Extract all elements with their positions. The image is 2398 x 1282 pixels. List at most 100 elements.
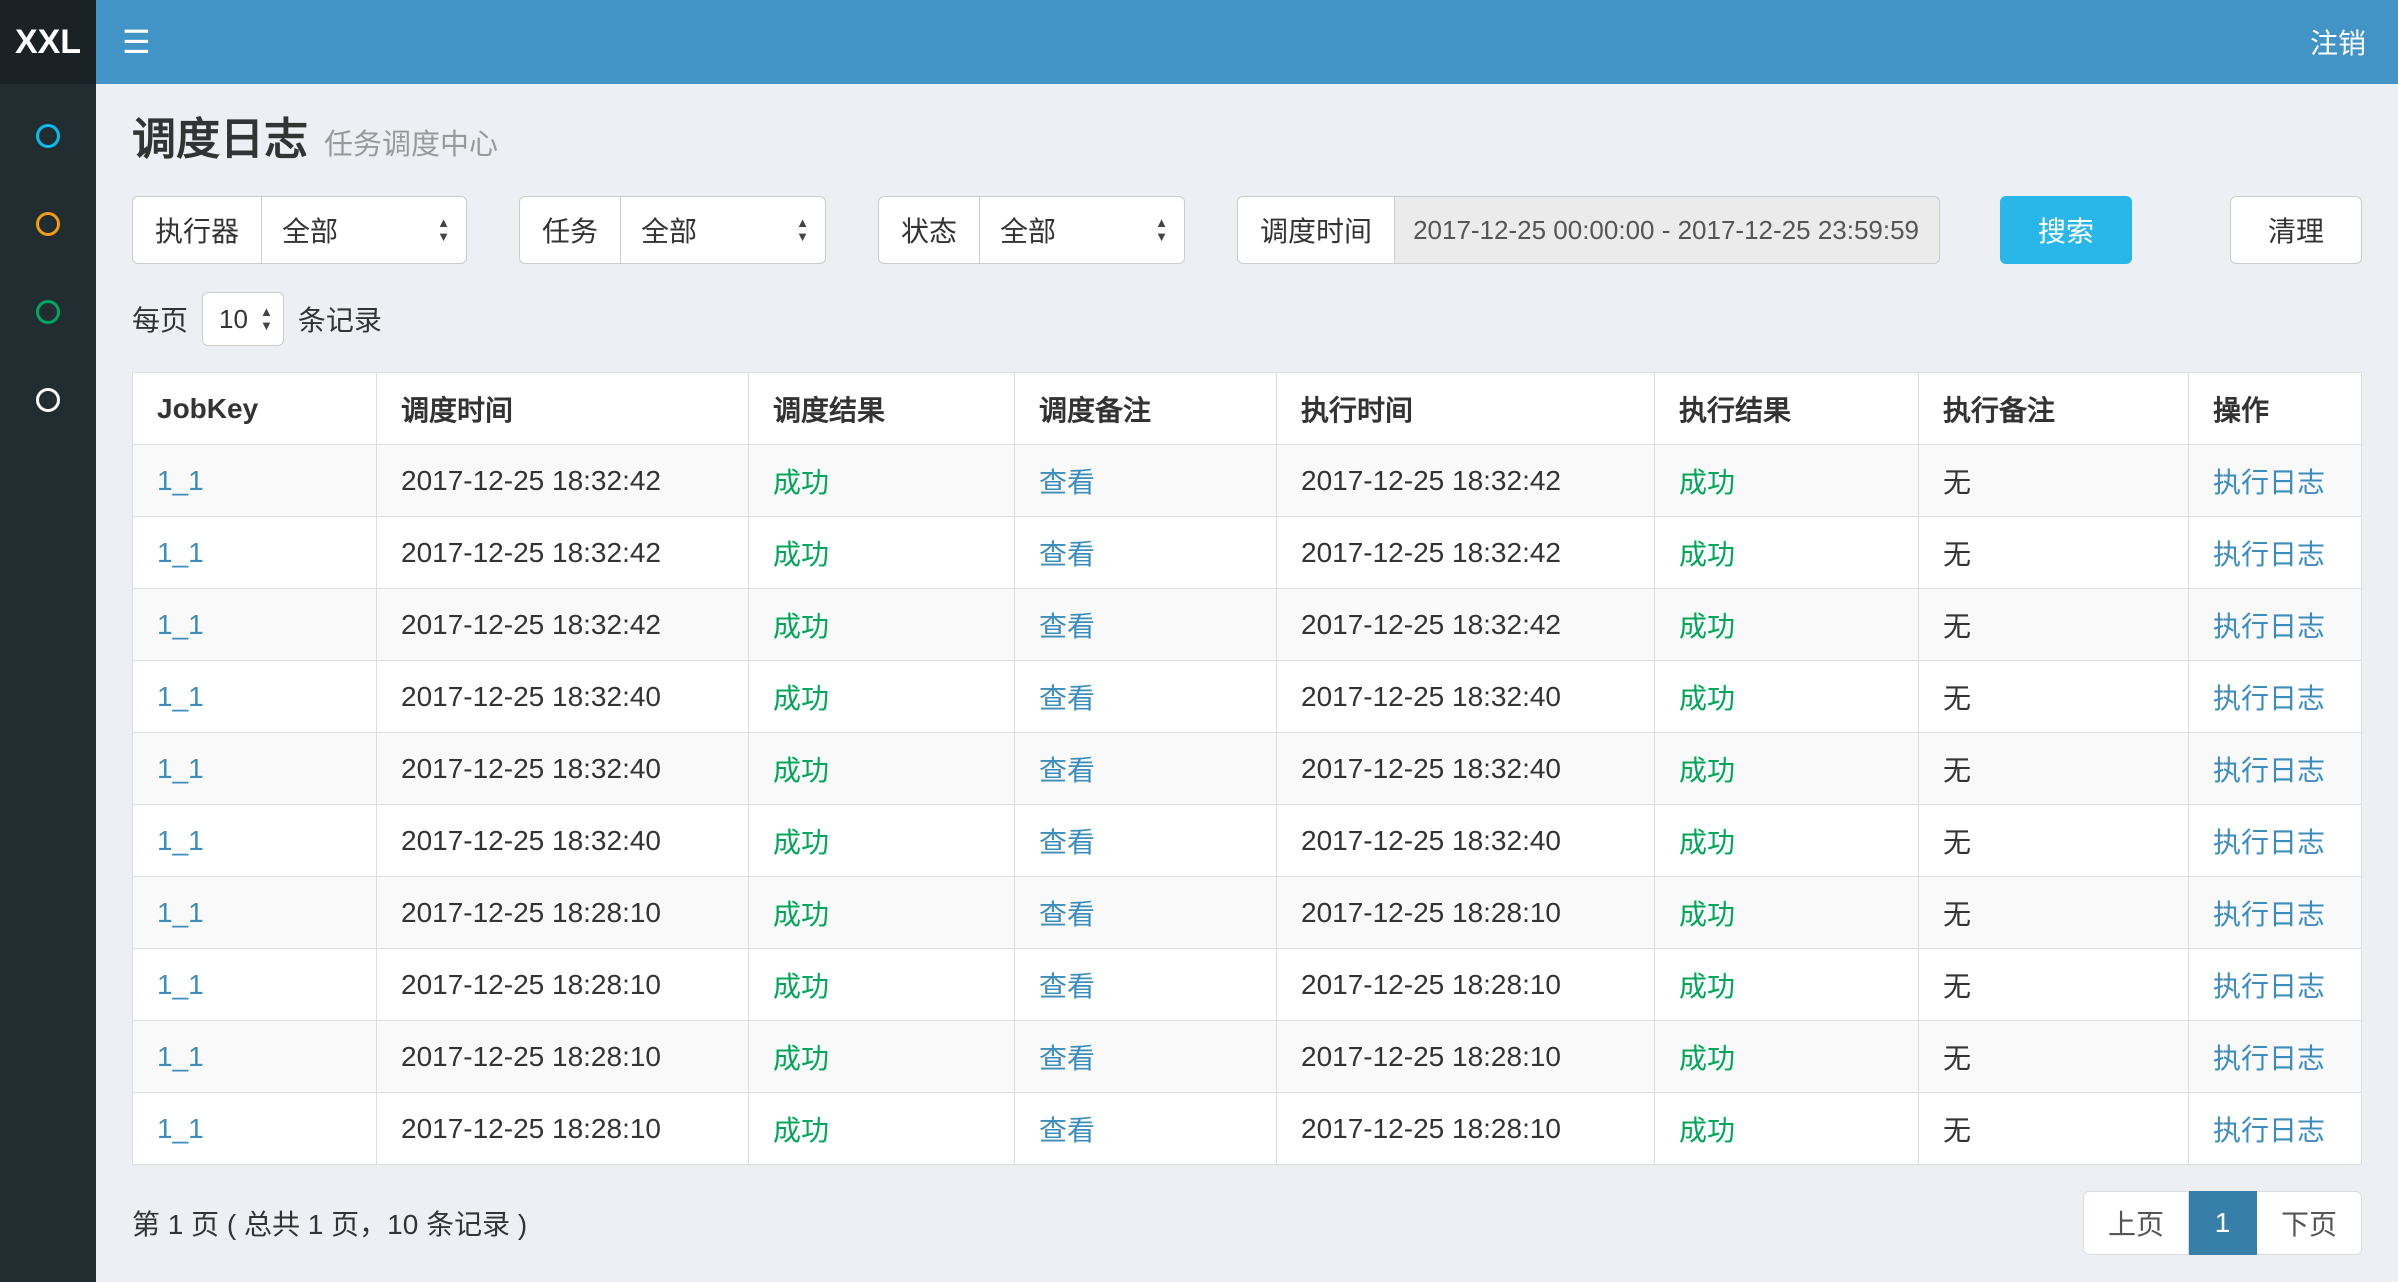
next-page-button[interactable]: 下页 — [2257, 1191, 2362, 1255]
dispatch-time: 2017-12-25 18:32:42 — [401, 465, 661, 496]
select-arrows-icon: ▲ ▼ — [437, 216, 450, 244]
exec-time-cell: 2017-12-25 18:28:10 — [1277, 877, 1655, 949]
exec-time: 2017-12-25 18:28:10 — [1301, 969, 1561, 1000]
exec-remark-cell: 无 — [1919, 877, 2189, 949]
view-remark-link[interactable]: 查看 — [1039, 683, 1095, 714]
exec-log-link[interactable]: 执行日志 — [2213, 755, 2325, 786]
view-remark-link[interactable]: 查看 — [1039, 467, 1095, 498]
page-size-select[interactable]: 10 ▲ ▼ — [202, 292, 284, 346]
jobkey-link[interactable]: 1_1 — [157, 897, 204, 928]
view-remark-link-cell: 查看 — [1015, 1021, 1277, 1093]
jobkey-link[interactable]: 1_1 — [157, 1113, 204, 1144]
sidebar-toggle-icon[interactable]: ☰ — [122, 26, 151, 58]
page-number-button[interactable]: 1 — [2189, 1191, 2257, 1255]
dispatch-time-cell: 2017-12-25 18:32:42 — [377, 517, 749, 589]
exec-log-link-cell: 执行日志 — [2189, 589, 2362, 661]
table-row: 1_12017-12-25 18:28:10成功查看2017-12-25 18:… — [133, 877, 2362, 949]
exec-log-link-cell: 执行日志 — [2189, 445, 2362, 517]
prev-page-button[interactable]: 上页 — [2083, 1191, 2189, 1255]
arrow-up-icon: ▲ — [260, 305, 273, 319]
sidebar-item-dashboard[interactable] — [0, 92, 96, 180]
exec-log-link[interactable]: 执行日志 — [2213, 1043, 2325, 1074]
jobkey-link[interactable]: 1_1 — [157, 969, 204, 1000]
view-remark-link[interactable]: 查看 — [1039, 899, 1095, 930]
logout-link[interactable]: 注销 — [2310, 22, 2366, 62]
table-row: 1_12017-12-25 18:32:40成功查看2017-12-25 18:… — [133, 661, 2362, 733]
jobkey-link[interactable]: 1_1 — [157, 609, 204, 640]
search-button[interactable]: 搜索 — [2000, 196, 2132, 264]
clear-button[interactable]: 清理 — [2230, 196, 2362, 264]
dispatch-time-cell: 2017-12-25 18:28:10 — [377, 949, 749, 1021]
dispatch-result: 成功 — [773, 827, 829, 858]
exec-result-cell: 成功 — [1655, 445, 1919, 517]
job-manage-circle-icon — [36, 212, 60, 236]
exec-time-cell: 2017-12-25 18:28:10 — [1277, 1021, 1655, 1093]
view-remark-link[interactable]: 查看 — [1039, 971, 1095, 1002]
column-header: 调度备注 — [1015, 373, 1277, 445]
dispatch-time: 2017-12-25 18:32:40 — [401, 753, 661, 784]
exec-remark: 无 — [1943, 755, 1971, 786]
exec-result: 成功 — [1679, 755, 1735, 786]
view-remark-link-cell: 查看 — [1015, 517, 1277, 589]
top-navbar: XXL ☰ 注销 — [0, 0, 2398, 84]
page-size-row: 每页 10 ▲ ▼ 条记录 — [132, 292, 2362, 346]
exec-time: 2017-12-25 18:28:10 — [1301, 1113, 1561, 1144]
dispatch-time: 2017-12-25 18:32:40 — [401, 681, 661, 712]
exec-result: 成功 — [1679, 971, 1735, 1002]
column-header: 调度结果 — [749, 373, 1015, 445]
view-remark-link[interactable]: 查看 — [1039, 1043, 1095, 1074]
exec-log-link-cell: 执行日志 — [2189, 877, 2362, 949]
table-header-row: JobKey调度时间调度结果调度备注执行时间执行结果执行备注操作 — [133, 373, 2362, 445]
jobkey-link[interactable]: 1_1 — [157, 1041, 204, 1072]
jobkey-link-cell: 1_1 — [133, 877, 377, 949]
jobkey-link[interactable]: 1_1 — [157, 681, 204, 712]
executor-select[interactable]: 全部 ▲ ▼ — [261, 196, 467, 264]
exec-result: 成功 — [1679, 611, 1735, 642]
page-subtitle: 任务调度中心 — [324, 121, 498, 163]
jobkey-link[interactable]: 1_1 — [157, 825, 204, 856]
exec-remark-cell: 无 — [1919, 949, 2189, 1021]
view-remark-link[interactable]: 查看 — [1039, 539, 1095, 570]
exec-time-cell: 2017-12-25 18:32:40 — [1277, 805, 1655, 877]
exec-log-link[interactable]: 执行日志 — [2213, 827, 2325, 858]
exec-time: 2017-12-25 18:32:40 — [1301, 681, 1561, 712]
dispatch-log-table: JobKey调度时间调度结果调度备注执行时间执行结果执行备注操作 1_1 2017… — [132, 372, 2362, 1165]
exec-result: 成功 — [1679, 1043, 1735, 1074]
pagination-summary: 第 1 页 ( 总共 1 页，10 条记录 ) — [132, 1203, 527, 1243]
dispatch-result-cell: 成功 — [749, 1021, 1015, 1093]
status-filter-group: 状态 全部 ▲ ▼ — [878, 196, 1185, 264]
exec-log-link[interactable]: 执行日志 — [2213, 539, 2325, 570]
sidebar-item-executor-manage[interactable] — [0, 356, 96, 444]
table-head: JobKey调度时间调度结果调度备注执行时间执行结果执行备注操作 — [133, 373, 2362, 445]
jobkey-link[interactable]: 1_1 — [157, 753, 204, 784]
sidebar-item-job-manage[interactable] — [0, 180, 96, 268]
exec-log-link[interactable]: 执行日志 — [2213, 899, 2325, 930]
view-remark-link[interactable]: 查看 — [1039, 611, 1095, 642]
exec-log-link[interactable]: 执行日志 — [2213, 971, 2325, 1002]
status-select[interactable]: 全部 ▲ ▼ — [979, 196, 1185, 264]
sidebar-item-dispatch-log[interactable] — [0, 268, 96, 356]
exec-log-link[interactable]: 执行日志 — [2213, 1115, 2325, 1146]
jobkey-link[interactable]: 1_1 — [157, 537, 204, 568]
filter-toolbar: 执行器 全部 ▲ ▼ 任务 全部 ▲ ▼ — [132, 196, 2362, 264]
exec-remark: 无 — [1943, 683, 1971, 714]
view-remark-link[interactable]: 查看 — [1039, 755, 1095, 786]
view-remark-link[interactable]: 查看 — [1039, 1115, 1095, 1146]
exec-log-link[interactable]: 执行日志 — [2213, 683, 2325, 714]
dispatch-result-cell: 成功 — [749, 733, 1015, 805]
job-select[interactable]: 全部 ▲ ▼ — [620, 196, 826, 264]
dispatch-result-cell: 成功 — [749, 1093, 1015, 1165]
jobkey-link-cell: 1_1 — [133, 589, 377, 661]
view-remark-link[interactable]: 查看 — [1039, 827, 1095, 858]
app-logo[interactable]: XXL — [0, 0, 96, 84]
exec-log-link[interactable]: 执行日志 — [2213, 611, 2325, 642]
exec-log-link[interactable]: 执行日志 — [2213, 467, 2325, 498]
pagination: 上页 1 下页 — [2083, 1191, 2362, 1255]
dispatch-result: 成功 — [773, 1043, 829, 1074]
time-range-input[interactable] — [1394, 196, 1940, 264]
exec-remark: 无 — [1943, 611, 1971, 642]
jobkey-link[interactable]: 1_1 — [157, 465, 204, 496]
dispatch-time: 2017-12-25 18:28:10 — [401, 1041, 661, 1072]
column-header: 执行时间 — [1277, 373, 1655, 445]
exec-remark-cell: 无 — [1919, 517, 2189, 589]
